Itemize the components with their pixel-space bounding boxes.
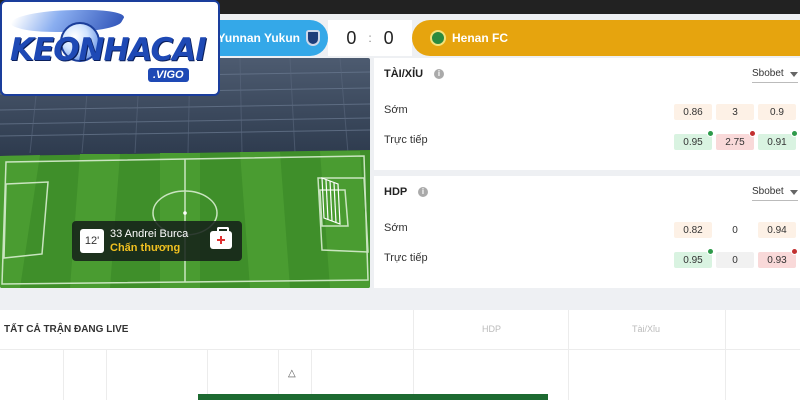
odd-over[interactable]: 0.95 xyxy=(674,130,714,150)
odd-value: 0.95 xyxy=(683,136,703,148)
odd-value: 0.93 xyxy=(767,254,787,266)
live-list-title: TẤT CẢ TRẬN ĐANG LIVE xyxy=(4,324,129,335)
odd-under[interactable]: 0.9 xyxy=(758,104,796,120)
odd-line[interactable]: 3 xyxy=(716,104,754,120)
divider xyxy=(106,350,107,400)
away-team-name: Henan FC xyxy=(452,31,509,45)
panel-title: HDP xyxy=(384,186,408,198)
logo-text: KEONHACAI xyxy=(10,32,207,68)
score-separator: : xyxy=(368,31,372,45)
away-score: 0 xyxy=(383,27,394,48)
odd-under[interactable]: 0.91 xyxy=(758,130,798,150)
site-logo[interactable]: KEONHACAI .VIGO xyxy=(0,0,220,96)
bookmaker-select[interactable]: Sbobet xyxy=(752,186,784,197)
select-underline xyxy=(752,200,798,201)
row-label-live: Trực tiếp xyxy=(384,134,428,146)
table-header: TẤT CẢ TRẬN ĐANG LIVE HDP Tài/Xỉu xyxy=(0,310,800,350)
odd-value: 0.95 xyxy=(683,254,703,266)
odd-line[interactable]: 2.75 xyxy=(716,130,756,150)
handicap-panel: HDP i Sbobet Sớm 0.82 0 0.94 Trực tiếp 0… xyxy=(374,176,800,288)
dropdown-arrow-icon[interactable] xyxy=(790,72,798,77)
row-label-live: Trực tiếp xyxy=(384,252,428,264)
divider xyxy=(311,350,312,400)
odds-up-indicator xyxy=(707,130,714,137)
divider xyxy=(725,310,726,400)
score-bar: Yunnan Yukun 0 : 0 Henan FC xyxy=(200,20,800,56)
odd-home[interactable]: 0.82 xyxy=(674,222,712,238)
dropdown-arrow-icon[interactable] xyxy=(790,190,798,195)
live-matches-table: TẤT CẢ TRẬN ĐANG LIVE HDP Tài/Xỉu △ xyxy=(0,310,800,400)
over-under-panel: TÀI/XỈU i Sbobet Sớm 0.86 3 0.9 Trực tiế… xyxy=(374,58,800,170)
banner-edge xyxy=(198,394,548,400)
home-team-name: Yunnan Yukun xyxy=(217,31,300,45)
odds-up-indicator xyxy=(791,130,798,137)
bookmaker-select[interactable]: Sbobet xyxy=(752,68,784,79)
first-aid-kit-icon xyxy=(210,227,232,249)
odd-value: 0.91 xyxy=(767,136,787,148)
row-label-early: Sớm xyxy=(384,104,408,116)
odd-value: 2.75 xyxy=(725,136,745,148)
odds-down-indicator xyxy=(749,130,756,137)
odd-away[interactable]: 0.94 xyxy=(758,222,796,238)
playstation-icon[interactable]: △ xyxy=(288,368,296,379)
info-icon[interactable]: i xyxy=(434,69,444,79)
odd-home[interactable]: 0.95 xyxy=(674,248,714,268)
home-score: 0 xyxy=(346,27,357,48)
divider xyxy=(63,350,64,400)
divider xyxy=(207,350,208,400)
odd-handicap[interactable]: 0 xyxy=(716,222,754,238)
scoreline: 0 : 0 xyxy=(328,20,412,56)
club-crest-icon xyxy=(430,30,446,46)
event-type: Chấn thương xyxy=(110,242,181,254)
column-header-hdp[interactable]: HDP xyxy=(482,324,501,334)
away-team[interactable]: Henan FC xyxy=(412,20,800,56)
logo-subtext: .VIGO xyxy=(148,68,189,82)
divider xyxy=(413,310,414,400)
row-label-early: Sớm xyxy=(384,222,408,234)
odds-up-indicator xyxy=(707,248,714,255)
divider xyxy=(278,350,279,400)
event-player: 33 Andrei Burca xyxy=(110,228,189,240)
odd-over[interactable]: 0.86 xyxy=(674,104,712,120)
odd-handicap[interactable]: 0 xyxy=(716,252,754,268)
panel-title: TÀI/XỈU xyxy=(384,68,424,80)
divider xyxy=(568,310,569,400)
odd-away[interactable]: 0.93 xyxy=(758,248,798,268)
select-underline xyxy=(752,82,798,83)
column-header-over-under[interactable]: Tài/Xỉu xyxy=(632,324,660,334)
event-minute: 12' xyxy=(80,229,104,253)
event-popup: 12' 33 Andrei Burca Chấn thương xyxy=(72,221,242,261)
shield-icon xyxy=(306,30,320,46)
info-icon[interactable]: i xyxy=(418,187,428,197)
odds-down-indicator xyxy=(791,248,798,255)
